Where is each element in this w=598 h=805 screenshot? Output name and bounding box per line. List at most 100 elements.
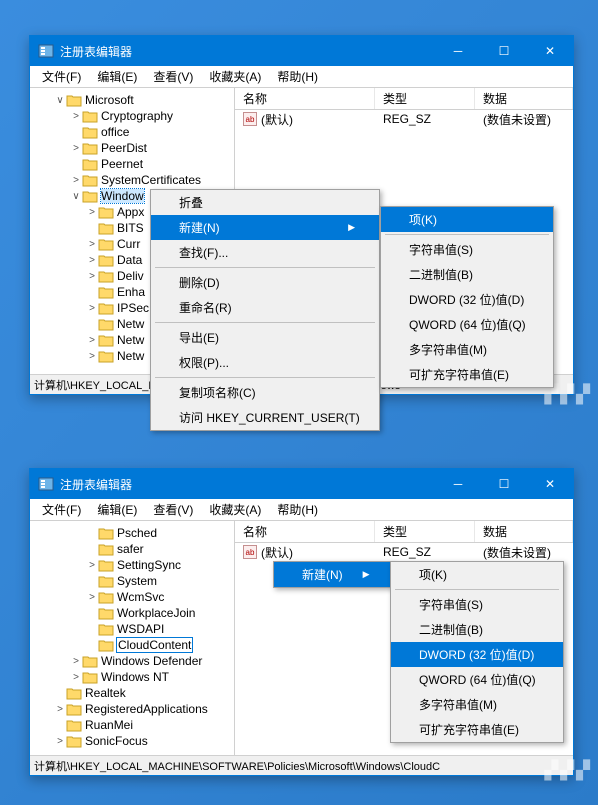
- menu-item[interactable]: QWORD (64 位)值(Q): [381, 312, 553, 337]
- tree-item[interactable]: RuanMei: [30, 717, 234, 733]
- menu-favorites[interactable]: 收藏夹(A): [201, 66, 269, 87]
- menu-favorites[interactable]: 收藏夹(A): [201, 499, 269, 520]
- minimize-button[interactable]: ─: [435, 469, 481, 499]
- disclosure-icon[interactable]: >: [86, 560, 98, 571]
- tree-item[interactable]: >RegisteredApplications: [30, 701, 234, 717]
- menu-item[interactable]: 多字符串值(M): [391, 692, 563, 717]
- close-button[interactable]: ✕: [527, 36, 573, 66]
- tree-item[interactable]: Psched: [30, 525, 234, 541]
- menu-edit[interactable]: 编辑(E): [89, 499, 145, 520]
- tree-item[interactable]: >PeerDist: [30, 140, 234, 156]
- menu-item[interactable]: DWORD (32 位)值(D): [381, 287, 553, 312]
- menu-item[interactable]: QWORD (64 位)值(Q): [391, 667, 563, 692]
- tree-item[interactable]: CloudContent: [30, 637, 234, 653]
- menu-help[interactable]: 帮助(H): [269, 499, 326, 520]
- list-row[interactable]: ab (默认) REG_SZ (数值未设置): [235, 110, 573, 128]
- tree-item[interactable]: System: [30, 573, 234, 589]
- titlebar[interactable]: 注册表编辑器 ─ ☐ ✕: [30, 469, 573, 499]
- menu-file[interactable]: 文件(F): [34, 66, 89, 87]
- menu-item[interactable]: 访问 HKEY_CURRENT_USER(T): [151, 405, 379, 430]
- menu-item[interactable]: 项(K): [381, 207, 553, 232]
- menu-item[interactable]: 查找(F)...: [151, 240, 379, 265]
- disclosure-icon[interactable]: >: [86, 271, 98, 282]
- menu-separator: [155, 267, 375, 268]
- menu-view[interactable]: 查看(V): [145, 499, 201, 520]
- tree-item[interactable]: office: [30, 124, 234, 140]
- tree-item[interactable]: > WcmSvc: [30, 589, 234, 605]
- menu-item-label: 多字符串值(M): [419, 698, 497, 712]
- disclosure-icon[interactable]: >: [86, 335, 98, 346]
- menu-item[interactable]: 多字符串值(M): [381, 337, 553, 362]
- disclosure-icon[interactable]: >: [86, 207, 98, 218]
- tree-item[interactable]: safer: [30, 541, 234, 557]
- minimize-button[interactable]: ─: [435, 36, 481, 66]
- list-row[interactable]: ab (默认) REG_SZ (数值未设置): [235, 543, 573, 561]
- disclosure-icon[interactable]: >: [70, 175, 82, 186]
- col-type[interactable]: 类型: [375, 521, 475, 542]
- menu-item[interactable]: 权限(P)...: [151, 350, 379, 375]
- menu-item[interactable]: 字符串值(S): [391, 592, 563, 617]
- disclosure-icon[interactable]: >: [70, 672, 82, 683]
- disclosure-icon[interactable]: >: [70, 111, 82, 122]
- tree-item[interactable]: >Windows NT: [30, 669, 234, 685]
- menu-item[interactable]: 重命名(R): [151, 295, 379, 320]
- disclosure-icon[interactable]: >: [70, 656, 82, 667]
- menu-item[interactable]: 可扩充字符串值(E): [381, 362, 553, 387]
- menu-edit[interactable]: 编辑(E): [89, 66, 145, 87]
- registry-tree[interactable]: Pschedsafer>SettingSyncSystem > WcmSvcWork…: [30, 521, 235, 755]
- disclosure-icon[interactable]: >: [86, 255, 98, 266]
- menu-item[interactable]: 二进制值(B): [381, 262, 553, 287]
- new-submenu: 项(K) 字符串值(S)二进制值(B)DWORD (32 位)值(D)QWORD …: [380, 206, 554, 388]
- tree-item[interactable]: >Cryptography: [30, 108, 234, 124]
- tree-item[interactable]: ∨Microsoft: [30, 92, 234, 108]
- disclosure-icon[interactable]: >: [86, 351, 98, 362]
- menu-item[interactable]: 删除(D): [151, 270, 379, 295]
- disclosure-icon[interactable]: >: [70, 143, 82, 154]
- tree-item[interactable]: >SystemCertificates: [30, 172, 234, 188]
- col-data[interactable]: 数据: [475, 88, 573, 109]
- tree-item-label: Netw: [117, 333, 144, 347]
- folder-icon: [66, 93, 82, 107]
- menu-item[interactable]: 二进制值(B): [391, 617, 563, 642]
- maximize-button[interactable]: ☐: [481, 469, 527, 499]
- tree-item[interactable]: WSDAPI: [30, 621, 234, 637]
- menu-help[interactable]: 帮助(H): [269, 66, 326, 87]
- col-type[interactable]: 类型: [375, 88, 475, 109]
- menu-view[interactable]: 查看(V): [145, 66, 201, 87]
- disclosure-icon[interactable]: >: [86, 239, 98, 250]
- tree-item[interactable]: Realtek: [30, 685, 234, 701]
- close-button[interactable]: ✕: [527, 469, 573, 499]
- menu-item[interactable]: 项(K): [391, 562, 563, 587]
- titlebar[interactable]: 注册表编辑器 ─ ☐ ✕: [30, 36, 573, 66]
- menu-item[interactable]: DWORD (32 位)值(D): [391, 642, 563, 667]
- menu-item[interactable]: 可扩充字符串值(E): [391, 717, 563, 742]
- tree-item[interactable]: >SonicFocus: [30, 733, 234, 749]
- menu-item[interactable]: 新建(N)▶: [274, 562, 392, 587]
- menu-item[interactable]: 导出(E): [151, 325, 379, 350]
- menu-item[interactable]: 复制项名称(C): [151, 380, 379, 405]
- menu-item[interactable]: 字符串值(S): [381, 237, 553, 262]
- menu-item-label: 新建(N): [302, 566, 343, 583]
- disclosure-icon[interactable]: >: [86, 303, 98, 314]
- folder-icon: [82, 173, 98, 187]
- tree-item-label: Enha: [117, 285, 145, 299]
- disclosure-icon[interactable]: ∨: [54, 95, 66, 106]
- menu-file[interactable]: 文件(F): [34, 499, 89, 520]
- tree-item[interactable]: WorkplaceJoin: [30, 605, 234, 621]
- menu-item-label: 复制项名称(C): [179, 384, 256, 401]
- col-name[interactable]: 名称: [235, 88, 375, 109]
- disclosure-icon[interactable]: ∨: [70, 191, 82, 202]
- disclosure-icon[interactable]: >: [54, 736, 66, 747]
- disclosure-icon[interactable]: >: [86, 592, 98, 603]
- tree-item[interactable]: >SettingSync: [30, 557, 234, 573]
- menu-item[interactable]: 新建(N)▶: [151, 215, 379, 240]
- tree-item[interactable]: >Windows Defender: [30, 653, 234, 669]
- disclosure-icon[interactable]: >: [54, 704, 66, 715]
- col-name[interactable]: 名称: [235, 521, 375, 542]
- menu-item[interactable]: 折叠: [151, 190, 379, 215]
- tree-item-label: WcmSvc: [117, 590, 164, 604]
- col-data[interactable]: 数据: [475, 521, 573, 542]
- menu-item-label: 查找(F)...: [179, 244, 228, 261]
- tree-item[interactable]: Peernet: [30, 156, 234, 172]
- maximize-button[interactable]: ☐: [481, 36, 527, 66]
